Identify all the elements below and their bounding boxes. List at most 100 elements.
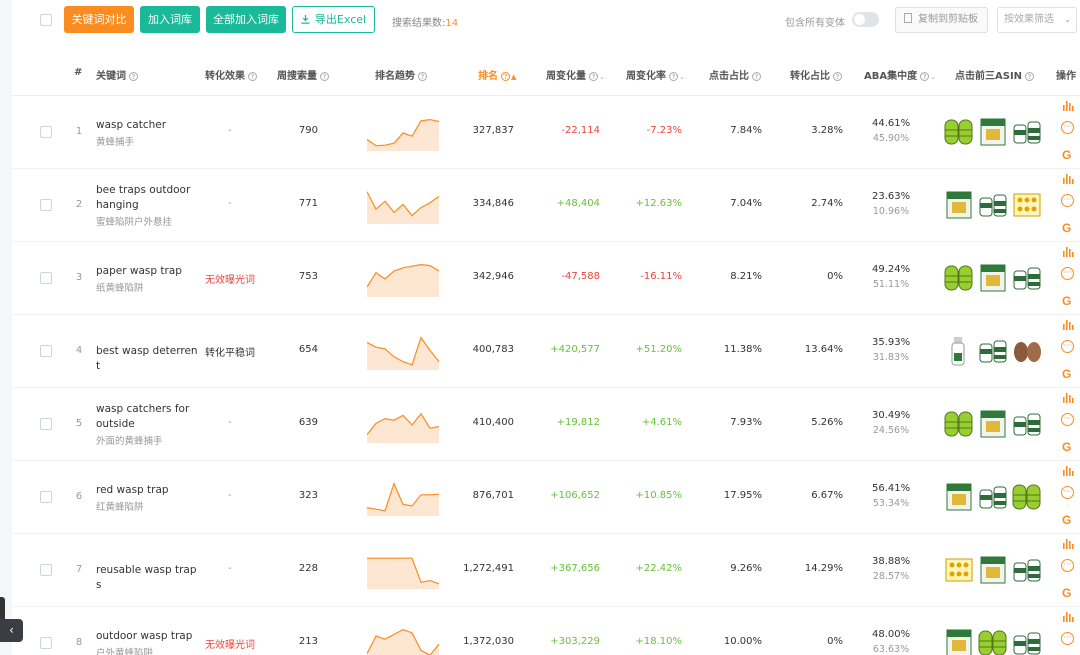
more-icon[interactable]: ··· [1061,632,1074,645]
row-checkbox[interactable] [40,491,52,503]
help-icon[interactable]: ? [418,72,427,81]
help-icon[interactable]: ? [501,72,510,81]
yellow-trap-thumbnail[interactable] [944,554,974,586]
google-icon[interactable]: G [1062,367,1071,381]
help-icon[interactable]: ? [129,72,138,81]
google-icon[interactable]: G [1062,294,1071,308]
compare-keywords-button[interactable]: 关键词对比 [64,6,134,33]
bar-chart-icon[interactable] [1062,100,1074,111]
col-weekly-change-rate[interactable]: 周变化率? ⌄ [626,67,685,82]
help-icon[interactable]: ? [669,72,678,81]
rank-trend-sparkline[interactable] [367,551,439,589]
row-checkbox[interactable] [40,126,52,138]
keyword-link[interactable]: wasp catcher [96,118,198,133]
keyword-link[interactable]: bee traps outdoor hanging [96,183,198,213]
box-trap-thumbnail[interactable] [978,116,1008,148]
spray-bottle-thumbnail[interactable] [944,335,974,367]
help-icon[interactable]: ? [752,72,761,81]
chevron-left-icon[interactable]: ‹ [0,619,23,642]
help-icon[interactable]: ? [320,72,329,81]
box-trap-thumbnail[interactable] [978,262,1008,294]
bottle-trap-thumbnail[interactable] [1012,627,1042,655]
google-icon[interactable]: G [1062,586,1071,600]
bar-chart-icon[interactable] [1062,611,1074,622]
more-icon[interactable]: ··· [1061,486,1074,499]
col-conv-share[interactable]: 转化占比? [790,67,842,82]
keyword-link[interactable]: best wasp deterrent [96,344,198,374]
help-icon[interactable]: ? [589,72,598,81]
more-icon[interactable]: ··· [1061,121,1074,134]
sort-asc-icon[interactable]: ▲ [511,73,516,81]
row-checkbox[interactable] [40,418,52,430]
sort-icon[interactable]: ⌄ [679,73,685,81]
sort-icon[interactable]: ⌄ [599,73,605,81]
more-icon[interactable]: ··· [1061,194,1074,207]
col-weekly-search[interactable]: 周搜索量? [277,67,329,82]
export-excel-button[interactable]: 导出Excel [292,6,375,33]
green-trap-thumbnail[interactable] [944,116,974,148]
bottle-trap-thumbnail[interactable] [1012,116,1042,148]
bottle-trap-thumbnail[interactable] [978,189,1008,221]
google-icon[interactable]: G [1062,221,1071,235]
row-checkbox[interactable] [40,199,52,211]
google-icon[interactable]: G [1062,148,1071,162]
box-trap-thumbnail[interactable] [944,189,974,221]
variant-toggle[interactable] [852,12,879,27]
col-rank-trend[interactable]: 排名趋势? [375,67,427,82]
col-top-asin[interactable]: 点击前三ASIN? [955,67,1035,82]
box-trap-thumbnail[interactable] [944,627,974,655]
bottle-trap-thumbnail[interactable] [1012,408,1042,440]
rank-trend-sparkline[interactable] [367,405,439,443]
row-checkbox[interactable] [40,637,52,649]
help-icon[interactable]: ? [833,72,842,81]
green-trap-thumbnail[interactable] [944,262,974,294]
col-rank[interactable]: 排名? ▲ [478,67,516,82]
bottle-trap-thumbnail[interactable] [978,335,1008,367]
rank-trend-sparkline[interactable] [367,478,439,516]
box-trap-thumbnail[interactable] [944,481,974,513]
col-aba[interactable]: ABA集中度? ⌄ [864,67,936,82]
help-icon[interactable]: ? [248,72,257,81]
keyword-link[interactable]: red wasp trap [96,483,198,498]
select-all-checkbox[interactable] [40,14,52,26]
bar-chart-icon[interactable] [1062,246,1074,257]
row-checkbox[interactable] [40,564,52,576]
green-trap-thumbnail[interactable] [944,408,974,440]
bar-chart-icon[interactable] [1062,465,1074,476]
green-trap-thumbnail[interactable] [978,627,1008,655]
more-icon[interactable]: ··· [1061,340,1074,353]
row-checkbox[interactable] [40,345,52,357]
keyword-link[interactable]: outdoor wasp trap [96,629,198,644]
effect-filter-select[interactable]: 按效果筛选 ⌄ [997,7,1077,33]
bar-chart-icon[interactable] [1062,538,1074,549]
bar-chart-icon[interactable] [1062,173,1074,184]
green-trap-thumbnail[interactable] [1012,481,1042,513]
rank-trend-sparkline[interactable] [367,113,439,151]
col-click-share[interactable]: 点击占比? [709,67,761,82]
keyword-link[interactable]: wasp catchers for outside [96,402,198,432]
more-icon[interactable]: ··· [1061,413,1074,426]
rank-trend-sparkline[interactable] [367,624,439,655]
add-to-library-button[interactable]: 加入词库 [140,6,200,33]
col-keyword[interactable]: 关键词? [96,67,138,82]
help-icon[interactable]: ? [920,72,930,81]
bar-chart-icon[interactable] [1062,392,1074,403]
more-icon[interactable]: ··· [1061,267,1074,280]
row-checkbox[interactable] [40,272,52,284]
bar-chart-icon[interactable] [1062,319,1074,330]
keyword-link[interactable]: reusable wasp traps [96,563,198,593]
help-icon[interactable]: ? [1025,72,1035,81]
box-trap-thumbnail[interactable] [978,408,1008,440]
rank-trend-sparkline[interactable] [367,332,439,370]
more-icon[interactable]: ··· [1061,559,1074,572]
keyword-link[interactable]: paper wasp trap [96,264,198,279]
sort-icon[interactable]: ⌄ [930,73,936,81]
rank-trend-sparkline[interactable] [367,186,439,224]
yellow-trap-thumbnail[interactable] [1012,189,1042,221]
google-icon[interactable]: G [1062,513,1071,527]
box-trap-thumbnail[interactable] [978,554,1008,586]
rank-trend-sparkline[interactable] [367,259,439,297]
col-weekly-change[interactable]: 周变化量? ⌄ [546,67,605,82]
bottle-trap-thumbnail[interactable] [978,481,1008,513]
add-all-to-library-button[interactable]: 全部加入词库 [206,6,286,33]
